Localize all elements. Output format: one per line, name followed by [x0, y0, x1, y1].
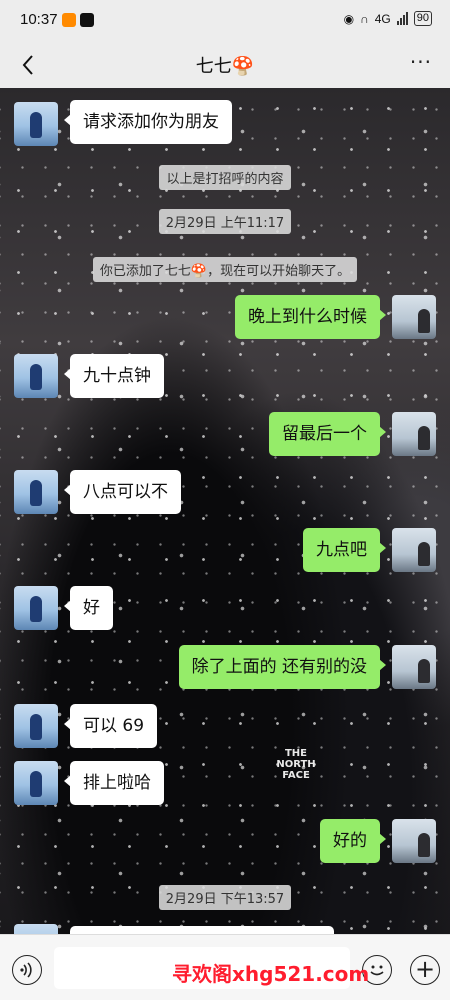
message-bubble[interactable]: 好的	[320, 819, 386, 863]
avatar[interactable]	[14, 102, 58, 146]
avatar[interactable]	[14, 704, 58, 748]
message-bubble[interactable]: 留最后一个	[269, 412, 386, 456]
system-message: 你已添加了七七🍄，现在可以开始聊天了。	[0, 257, 450, 282]
voice-icon	[20, 962, 32, 978]
message-row: 晚上到什么时候	[0, 295, 450, 343]
avatar[interactable]	[392, 645, 436, 689]
avatar[interactable]	[392, 295, 436, 339]
message-bubble[interactable]: 好	[64, 586, 113, 630]
eye-icon: ◉	[343, 11, 355, 26]
watermark: 寻欢阁xhg521.com	[172, 962, 370, 986]
message-row: 九十点钟	[0, 354, 450, 402]
message-bubble[interactable]: 八点可以不	[64, 470, 181, 514]
status-icons: ◉ ∩ 4G 90	[344, 11, 432, 26]
message-bubble[interactable]: 九点吧	[303, 528, 386, 572]
message-row: 排上啦哈	[0, 761, 450, 809]
message-row: 可以 69	[0, 704, 450, 752]
avatar[interactable]	[14, 470, 58, 514]
message-bubble[interactable]: 排上啦哈	[64, 761, 164, 805]
avatar[interactable]	[392, 528, 436, 572]
chat-screen: 10:37 ◉ ∩ 4G 90 七七🍄 ··· THE NORTH FACE 请…	[0, 0, 450, 1000]
chat-title: 七七🍄	[195, 56, 255, 77]
message-bubble-partial[interactable]	[70, 926, 334, 934]
voice-button[interactable]	[12, 955, 42, 985]
message-row: 好	[0, 586, 450, 634]
add-button[interactable]: +	[410, 955, 440, 985]
status-time: 10:37	[20, 11, 58, 28]
notification-app-icon	[62, 13, 76, 27]
system-text: 你已添加了七七🍄，现在可以开始聊天了。	[92, 257, 358, 282]
message-bubble[interactable]: 可以 69	[63, 704, 158, 748]
message-row: 好的	[0, 819, 450, 867]
message-bubble[interactable]: 九十点钟	[64, 354, 164, 398]
chat-area[interactable]: THE NORTH FACE 请求添加你为朋友 以上是打招呼的内容 2月29日 …	[0, 88, 450, 934]
avatar[interactable]	[14, 924, 58, 934]
tiktok-icon	[80, 13, 94, 27]
title-bar: 七七🍄 ···	[0, 42, 450, 88]
avatar[interactable]	[392, 412, 436, 456]
system-message: 以上是打招呼的内容	[0, 165, 450, 190]
message-row: 除了上面的 还有别的没	[0, 645, 450, 693]
status-bar: 10:37 ◉ ∩ 4G 90	[0, 0, 450, 42]
timestamp-text: 2月29日 下午13:57	[158, 885, 292, 910]
message-row: 请求添加你为朋友	[0, 100, 450, 148]
message-bubble[interactable]: 请求添加你为朋友	[64, 100, 232, 144]
message-bubble[interactable]: 除了上面的 还有别的没	[178, 645, 387, 689]
message-row	[0, 924, 450, 934]
network-type: 4G	[374, 11, 391, 26]
more-button[interactable]: ···	[410, 50, 432, 74]
system-text: 以上是打招呼的内容	[159, 165, 291, 190]
signal-icon	[396, 12, 408, 25]
message-row: 九点吧	[0, 528, 450, 576]
message-row: 留最后一个	[0, 412, 450, 460]
timestamp: 2月29日 下午13:57	[0, 885, 450, 910]
message-row: 八点可以不	[0, 470, 450, 518]
headset-icon: ∩	[360, 11, 369, 26]
avatar[interactable]	[392, 819, 436, 863]
avatar[interactable]	[14, 761, 58, 805]
timestamp-text: 2月29日 上午11:17	[158, 209, 292, 234]
avatar[interactable]	[14, 586, 58, 630]
timestamp: 2月29日 上午11:17	[0, 209, 450, 234]
plus-icon: +	[414, 955, 436, 983]
avatar[interactable]	[14, 354, 58, 398]
battery-icon: 90	[413, 11, 432, 26]
message-bubble[interactable]: 晚上到什么时候	[235, 295, 386, 339]
